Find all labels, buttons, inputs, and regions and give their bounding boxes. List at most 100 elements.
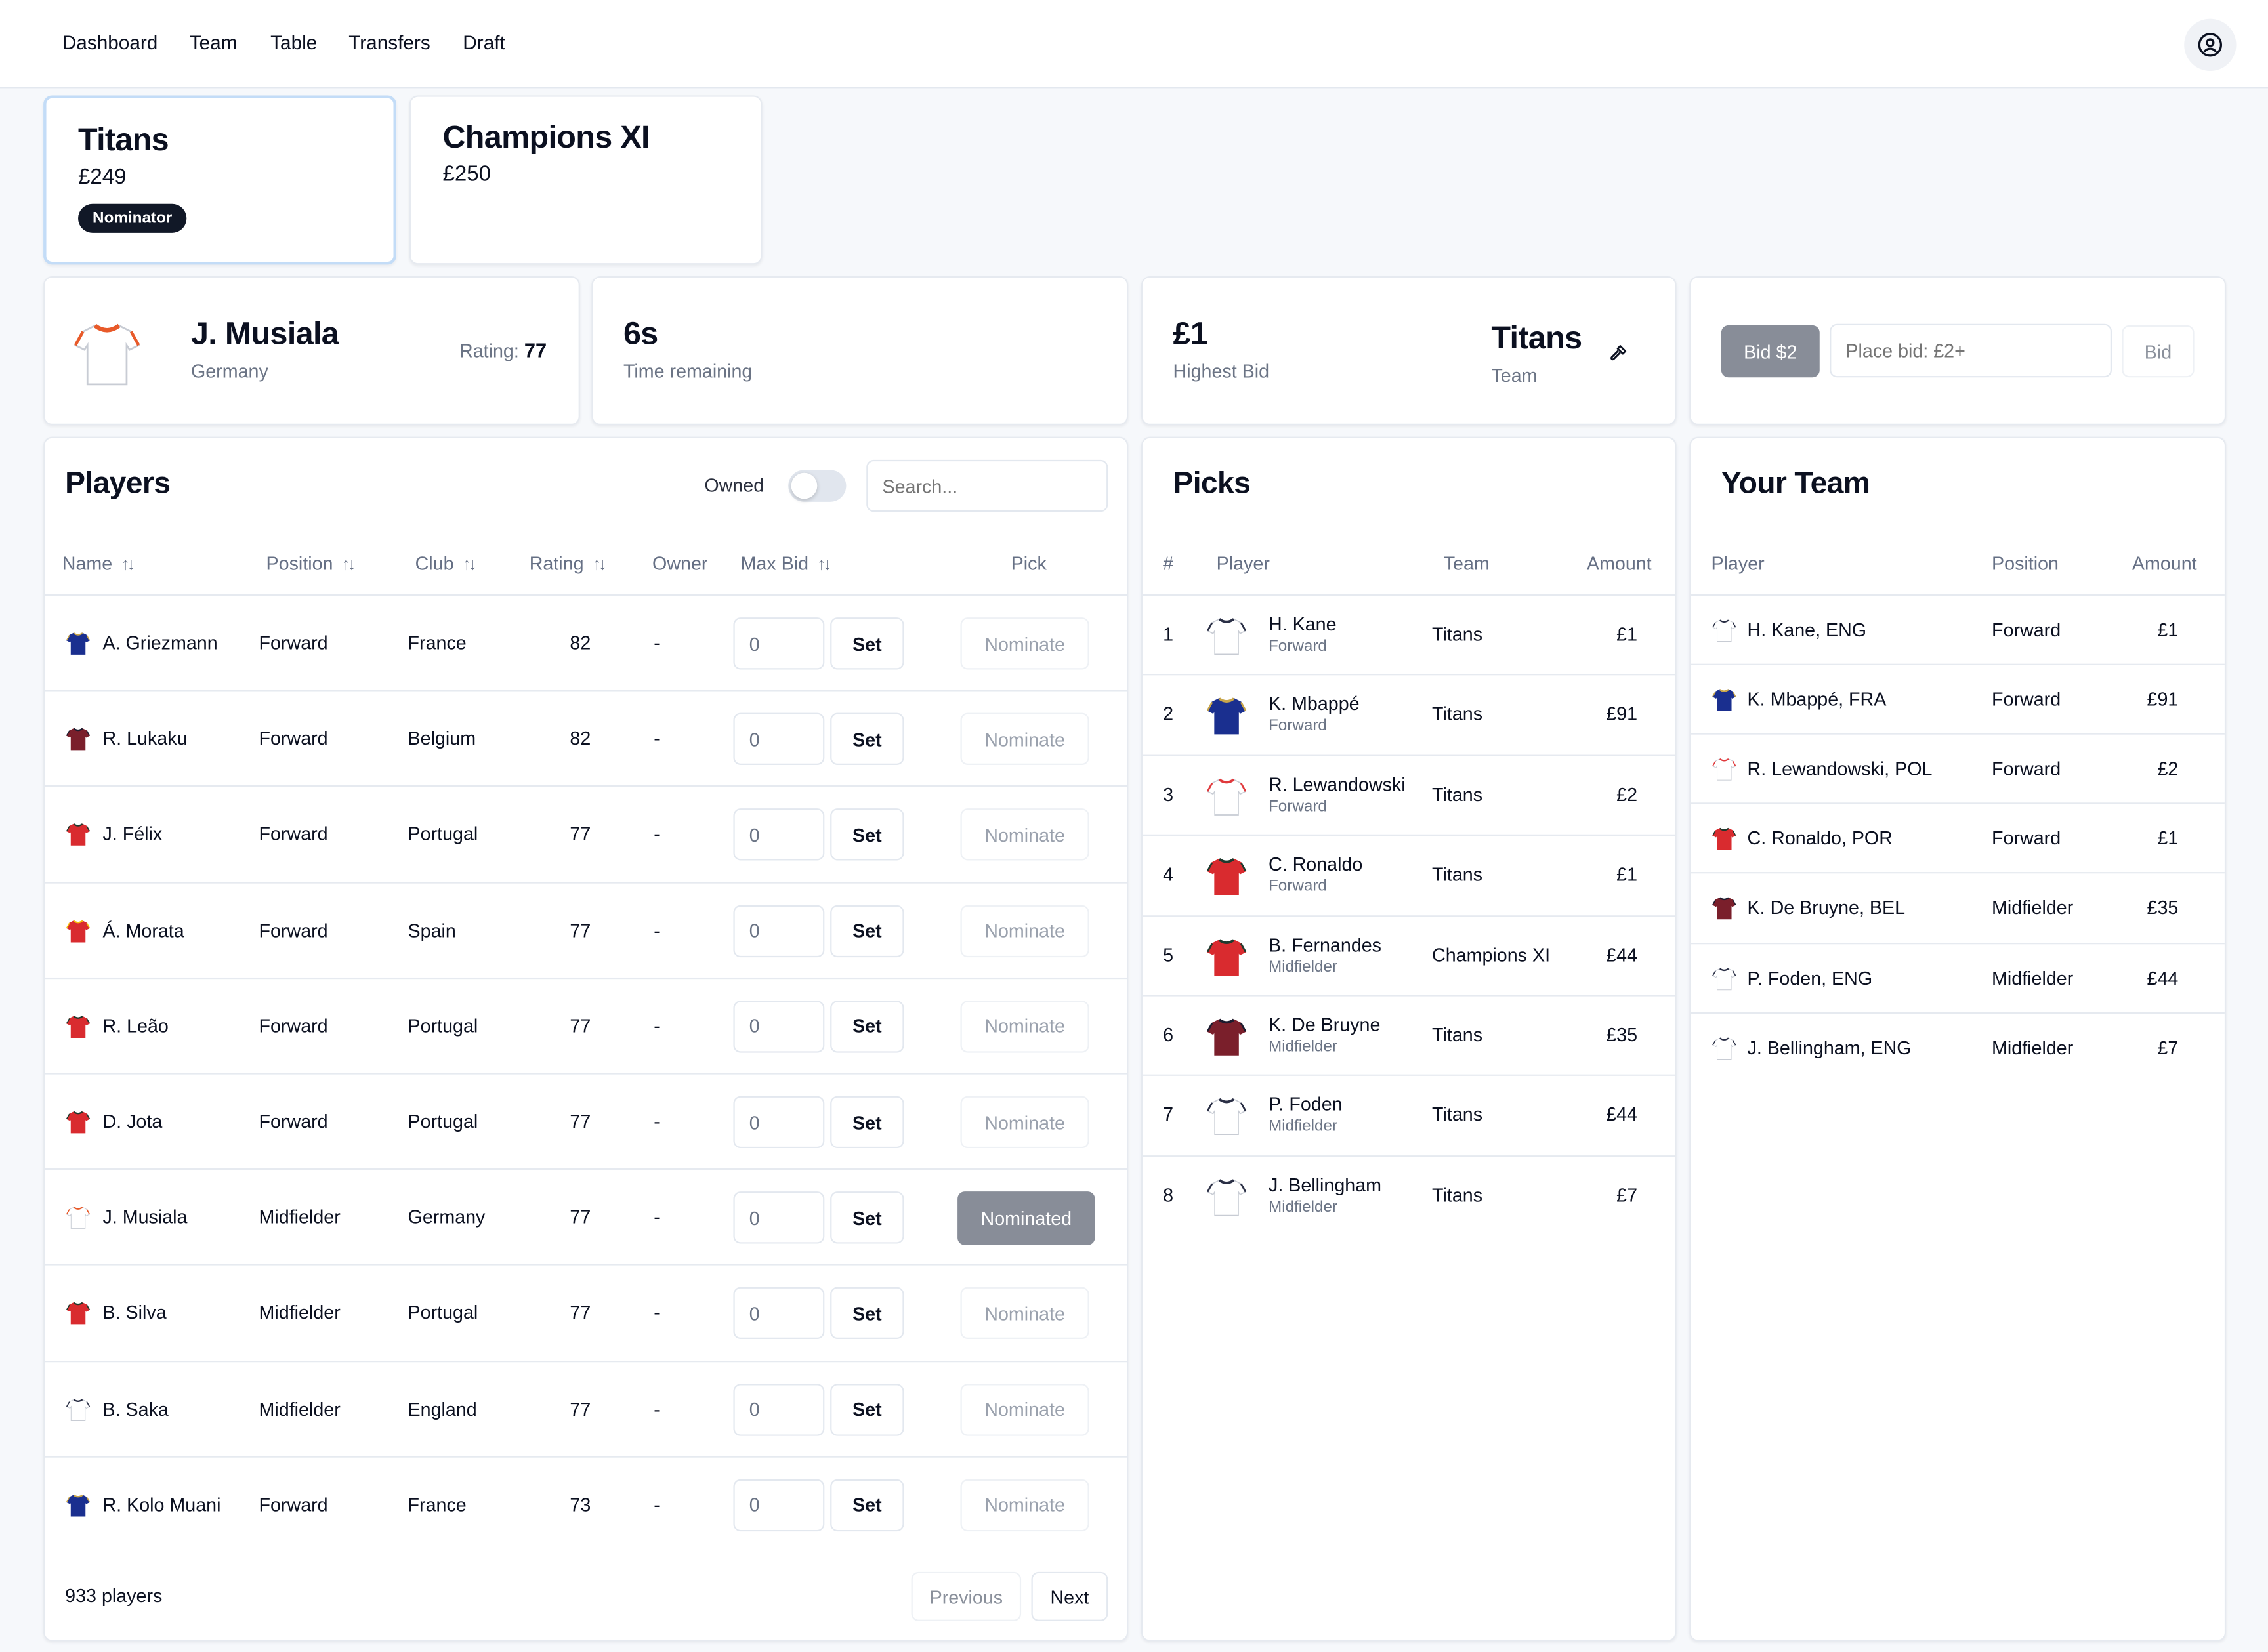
col-rating[interactable]: Rating ↑↓	[530, 552, 607, 574]
col-name[interactable]: Name ↑↓	[62, 552, 136, 574]
max-bid-input[interactable]: 0	[733, 904, 825, 957]
pick-number: 3	[1163, 783, 1174, 806]
pick-number: 5	[1163, 943, 1174, 966]
jersey-icon	[1711, 1035, 1737, 1061]
max-bid-input[interactable]: 0	[733, 713, 825, 766]
jersey-icon	[65, 630, 91, 657]
set-max-bid-button[interactable]: Set	[830, 1479, 904, 1531]
sort-icon[interactable]: ↑↓	[463, 553, 477, 573]
player-rating: 82	[570, 632, 591, 654]
nav-dashboard[interactable]: Dashboard	[62, 31, 158, 53]
nominate-button[interactable]: Nominate	[960, 1096, 1089, 1149]
nav-draft[interactable]: Draft	[463, 31, 505, 53]
team-card-champions-xi[interactable]: Champions XI £250	[409, 95, 763, 265]
jersey-icon	[1205, 1175, 1248, 1218]
timer-label: Time remaining	[623, 360, 753, 382]
nav-transfers[interactable]: Transfers	[348, 31, 430, 53]
owned-toggle[interactable]	[788, 470, 847, 502]
team-player: C. Ronaldo, POR	[1747, 827, 1893, 850]
max-bid-input[interactable]: 0	[733, 617, 825, 670]
col-player: Player	[1711, 552, 1765, 575]
player-name: R. Leão	[102, 1014, 169, 1037]
set-max-bid-button[interactable]: Set	[830, 1383, 904, 1435]
team-player-position: Forward	[1992, 827, 2061, 850]
max-bid-input[interactable]: 0	[733, 1191, 825, 1244]
user-menu-button[interactable]	[2184, 18, 2236, 72]
player-position: Forward	[259, 919, 328, 941]
previous-page-button[interactable]: Previous	[911, 1571, 1022, 1621]
nominate-button[interactable]: Nominate	[960, 1479, 1089, 1531]
player-rating: 77	[570, 1397, 591, 1420]
pick-player-name: P. Foden	[1268, 1094, 1343, 1116]
team-card-titans[interactable]: Titans £249 Nominator	[43, 95, 396, 265]
player-rating: 73	[570, 1493, 591, 1516]
picks-title: Picks	[1173, 466, 1251, 501]
pick-player-position: Midfielder	[1268, 1038, 1338, 1056]
jersey-icon	[1205, 1015, 1248, 1058]
jersey-icon	[65, 1492, 91, 1518]
sort-icon[interactable]: ↑↓	[817, 553, 831, 573]
quick-bid-button[interactable]: Bid $2	[1721, 325, 1820, 378]
player-name: A. Griezmann	[102, 632, 218, 654]
set-max-bid-button[interactable]: Set	[830, 1096, 904, 1149]
team-player-amount: £1	[2157, 827, 2179, 850]
col-position[interactable]: Position ↑↓	[266, 552, 356, 574]
team-player-position: Midfielder	[1992, 897, 2074, 919]
table-row: R. Leão Forward Portugal 77 - 0 Set Nominate	[45, 977, 1127, 1075]
set-max-bid-button[interactable]: Set	[830, 713, 904, 766]
pick-player-position: Forward	[1268, 718, 1327, 735]
set-max-bid-button[interactable]: Set	[830, 1191, 904, 1244]
player-search-input[interactable]	[866, 459, 1108, 512]
col-owner: Owner	[652, 552, 707, 574]
max-bid-input[interactable]: 0	[733, 1096, 825, 1149]
player-rating: 82	[570, 728, 591, 750]
sort-icon[interactable]: ↑↓	[593, 553, 607, 573]
top-nav: Dashboard Team Table Transfers Draft	[0, 0, 2268, 89]
nominate-button[interactable]: Nominate	[960, 904, 1089, 957]
next-page-button[interactable]: Next	[1031, 1571, 1108, 1621]
nav-team[interactable]: Team	[190, 31, 238, 53]
nominate-button[interactable]: Nominate	[960, 1000, 1089, 1053]
player-club: Germany	[408, 1206, 486, 1228]
set-max-bid-button[interactable]: Set	[830, 1000, 904, 1053]
jersey-icon	[1711, 756, 1737, 783]
players-title: Players	[65, 466, 171, 501]
jersey-icon	[1205, 775, 1248, 818]
table-row: Á. Morata Forward Spain 77 - 0 Set Nominate	[45, 881, 1127, 979]
pick-number: 2	[1163, 703, 1174, 726]
pick-number: 4	[1163, 863, 1174, 886]
nominate-button[interactable]: Nominate	[960, 617, 1089, 670]
set-max-bid-button[interactable]: Set	[830, 1287, 904, 1340]
bid-amount-input[interactable]	[1830, 323, 2112, 378]
col-max-bid[interactable]: Max Bid ↑↓	[740, 552, 831, 574]
nominate-button[interactable]: Nominate	[960, 808, 1089, 861]
nominate-button[interactable]: Nominate	[960, 1383, 1089, 1435]
player-rating: 77	[570, 1110, 591, 1132]
nominate-button[interactable]: Nominate	[960, 1287, 1089, 1340]
max-bid-input[interactable]: 0	[733, 1383, 825, 1435]
col-club[interactable]: Club ↑↓	[415, 552, 477, 574]
bid-button[interactable]: Bid	[2122, 325, 2194, 378]
sort-icon[interactable]: ↑↓	[121, 553, 135, 573]
nominated-button[interactable]: Nominated	[957, 1191, 1095, 1246]
player-position: Forward	[259, 728, 328, 750]
pick-number: 6	[1163, 1023, 1174, 1046]
nav-table[interactable]: Table	[270, 31, 317, 53]
table-row: J. Musiala Midfielder Germany 77 - 0 Set Nomina…	[45, 1168, 1127, 1266]
player-name: J. Musiala	[102, 1206, 188, 1228]
max-bid-input[interactable]: 0	[733, 808, 825, 861]
max-bid-input[interactable]: 0	[733, 1287, 825, 1340]
col-pick: Pick	[1011, 552, 1047, 574]
picks-panel: Picks # Player Team Amount 1 H. Kane Forwa…	[1141, 436, 1677, 1642]
pick-number: 8	[1163, 1184, 1174, 1206]
max-bid-input[interactable]: 0	[733, 1479, 825, 1531]
nominate-button[interactable]: Nominate	[960, 713, 1089, 766]
jersey-icon	[65, 918, 91, 944]
set-max-bid-button[interactable]: Set	[830, 808, 904, 861]
set-max-bid-button[interactable]: Set	[830, 617, 904, 670]
sort-icon[interactable]: ↑↓	[342, 553, 356, 573]
jersey-icon	[65, 726, 91, 753]
set-max-bid-button[interactable]: Set	[830, 904, 904, 957]
max-bid-input[interactable]: 0	[733, 1000, 825, 1053]
pick-player-position: Midfielder	[1268, 958, 1338, 976]
